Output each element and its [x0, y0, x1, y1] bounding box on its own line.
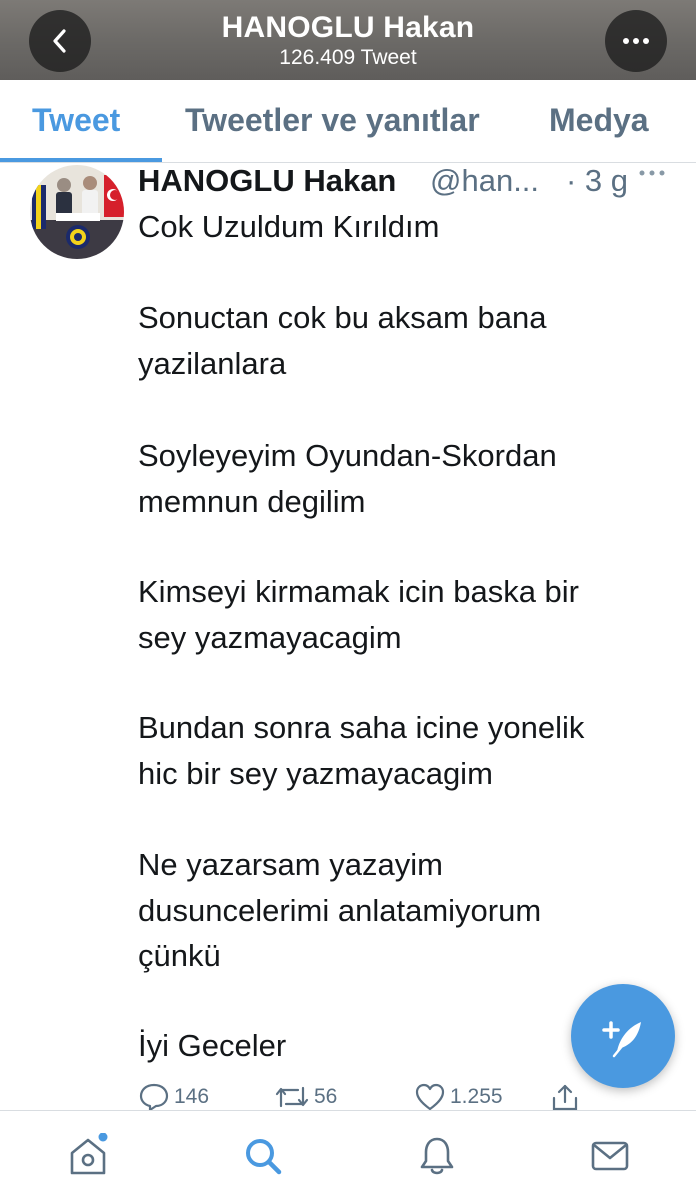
tweet-time: · 3 g [566, 163, 629, 198]
tweet-text-line: memnun degilim [138, 484, 366, 519]
profile-tabs: Tweet Tweetler ve yanıtlar Medya [0, 80, 696, 163]
tweet-text-line: hic bir sey yazmayacagim [138, 756, 493, 791]
tweet-text-line: dusuncelerimi anlatamiyorum [138, 893, 542, 928]
tab-tweets-and-replies[interactable]: Tweetler ve yanıtlar [185, 102, 480, 139]
tab-media[interactable]: Medya [549, 102, 649, 139]
reply-count: 146 [174, 1085, 210, 1108]
mail-icon [591, 1141, 629, 1171]
tweet-text-line: sey yazmayacagim [138, 620, 402, 655]
bottom-navigation [0, 1110, 696, 1200]
nav-notifications[interactable] [412, 1131, 462, 1181]
profile-header: HANOGLU Hakan 126.409 Tweet [0, 0, 696, 80]
active-tab-indicator [0, 158, 162, 162]
avatar-image [30, 165, 124, 259]
bell-icon [420, 1137, 454, 1175]
avatar[interactable] [30, 165, 124, 259]
tweet-text-line: Cok Uzuldum Kırıldım [138, 209, 440, 244]
tweet-text-line: Kimseyi kirmamak icin baska bir [138, 574, 579, 609]
tweet-count: 126.409 Tweet [279, 46, 417, 69]
tweet-header: HANOGLU Hakan @han... · 3 g [138, 163, 668, 203]
tweet-text-line: yazilanlara [138, 346, 287, 381]
profile-name-title: HANOGLU Hakan [221, 11, 475, 44]
tweet-text-line: Soyleyeyim Oyundan-Skordan [138, 438, 557, 473]
more-options-button[interactable] [605, 10, 667, 72]
retweet-icon [275, 1086, 309, 1108]
retweet-count: 56 [314, 1085, 338, 1108]
nav-home[interactable] [63, 1131, 113, 1181]
like-count: 1.255 [450, 1085, 503, 1108]
tweet-more-icon[interactable] [638, 169, 666, 177]
tweet-text-line: çünkü [138, 938, 221, 973]
share-icon [552, 1084, 578, 1111]
reply-icon [139, 1083, 169, 1112]
share-button[interactable] [550, 1082, 580, 1112]
home-icon [70, 1133, 108, 1175]
nav-messages[interactable] [585, 1131, 635, 1181]
compose-tweet-icon [602, 1021, 641, 1058]
like-button[interactable]: 1.255 [414, 1082, 503, 1112]
tweet-text-line: Sonuctan cok bu aksam bana [138, 300, 547, 335]
tweet-text-line: Ne yazarsam yazayim [138, 847, 443, 882]
nav-search[interactable] [238, 1131, 288, 1181]
ellipsis-icon [623, 38, 649, 44]
retweet-button[interactable]: 56 [274, 1082, 337, 1112]
search-icon [246, 1139, 282, 1175]
heart-icon [415, 1083, 445, 1111]
author-name[interactable]: HANOGLU Hakan [138, 163, 396, 199]
tweet-text-line: Bundan sonra saha icine yonelik [138, 710, 585, 745]
reply-button[interactable]: 146 [138, 1082, 209, 1112]
author-handle[interactable]: @han... [430, 163, 539, 199]
compose-tweet-button[interactable] [571, 984, 675, 1088]
tab-tweets[interactable]: Tweet [32, 102, 120, 139]
